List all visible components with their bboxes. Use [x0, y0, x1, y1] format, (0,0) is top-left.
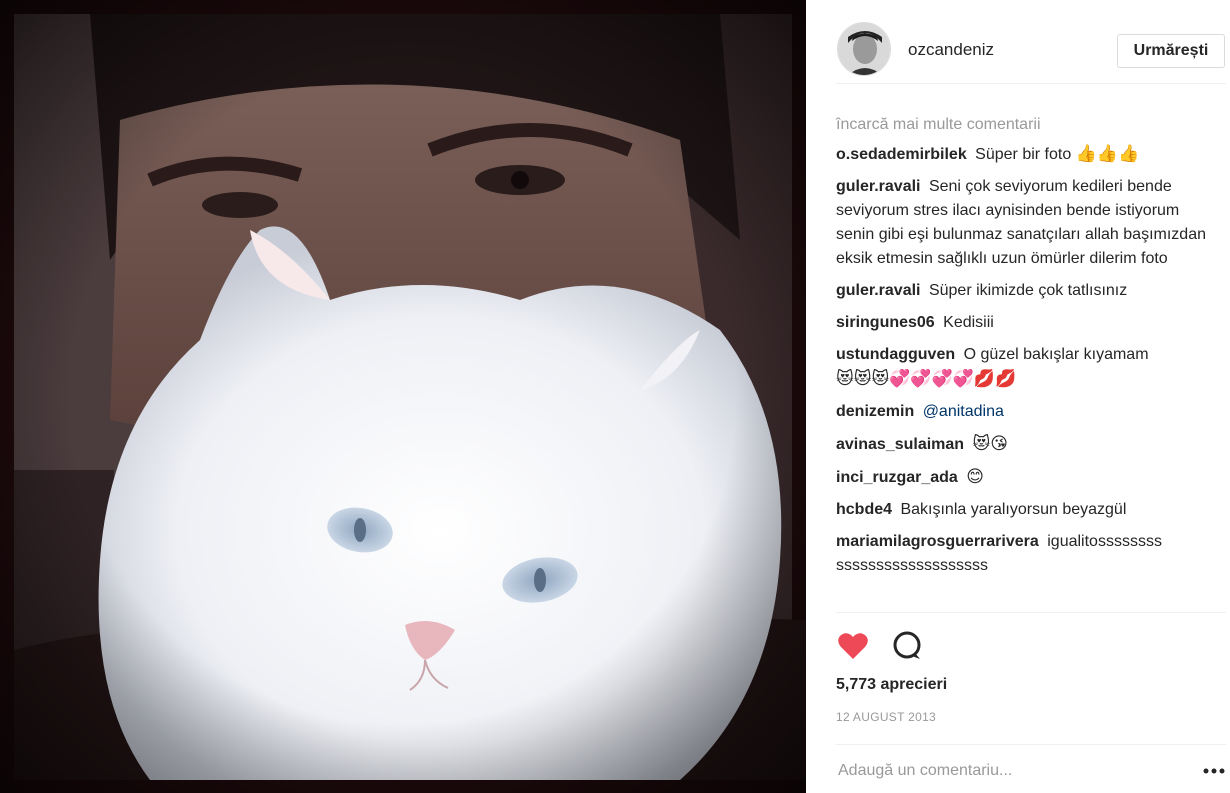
post-sidebar: ozcandeniz Urmărești încarcă mai multe c…: [806, 0, 1230, 793]
heart-icon: [838, 633, 868, 659]
comment-username[interactable]: o.sedademirbilek: [836, 146, 967, 163]
more-options-button[interactable]: [1202, 759, 1226, 783]
comment-text: Kedisiii: [943, 314, 994, 331]
comment-item: avinas_sulaiman 😻😘: [836, 432, 1210, 457]
comment-username[interactable]: avinas_sulaiman: [836, 436, 964, 453]
comment-username[interactable]: denizemin: [836, 403, 914, 420]
ellipsis-icon: [1203, 768, 1225, 774]
comment-emoji: 😻😻😻💞💞💞💞💋💋: [836, 369, 1017, 389]
comment-item: siringunes06 Kedisiii: [836, 311, 1210, 335]
comment-item: guler.ravali Süper ikimizde çok tatlısın…: [836, 279, 1210, 303]
comment-emoji: 👍👍👍: [1075, 144, 1140, 164]
post-photo[interactable]: [0, 0, 806, 793]
comment-item: ustundagguven O güzel bakışlar kıyamam 😻…: [836, 343, 1210, 392]
author-username[interactable]: ozcandeniz: [908, 40, 994, 60]
comment-username[interactable]: guler.ravali: [836, 178, 921, 195]
load-more-comments-link[interactable]: încarcă mai multe comentarii: [836, 116, 1210, 134]
post-date: 12 AUGUST 2013: [836, 710, 937, 724]
comment-username[interactable]: siringunes06: [836, 314, 935, 331]
comment-emoji: 😊: [966, 467, 985, 487]
speech-bubble-icon: [893, 631, 921, 659]
comment-input[interactable]: [838, 759, 1178, 783]
comment-username[interactable]: inci_ruzgar_ada: [836, 469, 958, 486]
avatar[interactable]: [837, 22, 891, 76]
comment-item: guler.ravali Seni çok seviyorum kedileri…: [836, 175, 1210, 271]
following-button[interactable]: Urmărești: [1117, 34, 1225, 68]
comment-text: Süper ikimizde çok tatlısınız: [928, 282, 1128, 299]
comment-mention-link[interactable]: @anitadina: [923, 403, 1004, 420]
likes-count[interactable]: 5,773 aprecieri: [836, 676, 947, 694]
comment-item: o.sedademirbilek Süper bir foto 👍👍👍: [836, 142, 1210, 167]
comment-item: inci_ruzgar_ada 😊: [836, 465, 1210, 490]
comment-list: încarcă mai multe comentarii o.sedademir…: [836, 116, 1210, 586]
comment-text: Bakışınla yaralıyorsun beyazgül: [900, 501, 1127, 518]
like-button[interactable]: [836, 629, 870, 663]
comment-emoji: 😻😘: [972, 434, 1008, 454]
comment-username[interactable]: ustundagguven: [836, 346, 955, 363]
comment-username[interactable]: mariamilagrosguerrarivera: [836, 533, 1039, 550]
comment-button[interactable]: [890, 629, 924, 663]
comment-item: hcbde4 Bakışınla yaralıyorsun beyazgül: [836, 498, 1210, 522]
comment-item: mariamilagrosguerrarivera igualitossssss…: [836, 530, 1210, 578]
post-actions: [836, 612, 1226, 670]
add-comment-bar: [836, 744, 1226, 793]
comment-item: denizemin @anitadina: [836, 400, 1210, 424]
comment-text: O güzel bakışlar kıyamam: [963, 346, 1149, 363]
photo-image: [0, 0, 806, 793]
comment-text: Süper bir foto: [975, 146, 1072, 163]
post-header: ozcandeniz Urmărești: [836, 18, 1226, 84]
comment-username[interactable]: hcbde4: [836, 501, 892, 518]
comment-username[interactable]: guler.ravali: [836, 282, 921, 299]
